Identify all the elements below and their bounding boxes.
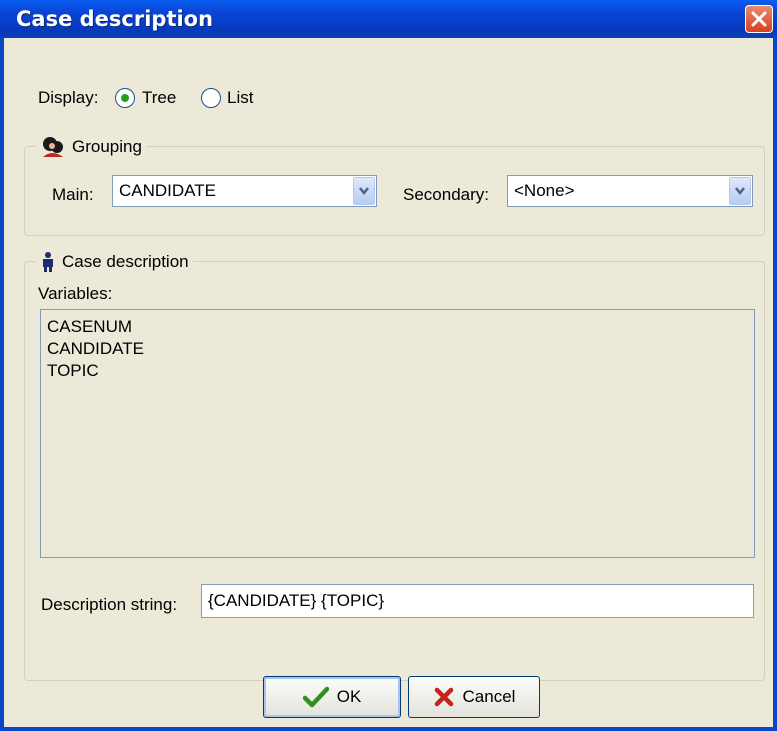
description-string-label: Description string: — [41, 595, 178, 614]
window-title: Case description — [16, 7, 214, 31]
secondary-combobox-value: <None> — [514, 181, 575, 200]
display-tree-radio[interactable] — [115, 88, 135, 108]
description-string-input[interactable]: {CANDIDATE} {TOPIC} — [201, 584, 754, 618]
secondary-dropdown-button[interactable] — [729, 177, 751, 205]
dialog-body: Display: Tree List Grouping Main: CANDID… — [4, 38, 773, 727]
cancel-button[interactable]: Cancel — [408, 676, 540, 718]
list-item[interactable]: CASENUM — [41, 316, 754, 338]
close-button[interactable] — [745, 5, 773, 33]
checkmark-icon — [302, 686, 329, 708]
main-dropdown-button[interactable] — [353, 177, 375, 205]
list-item[interactable]: TOPIC — [41, 360, 754, 382]
main-label: Main: — [52, 185, 94, 204]
case-description-legend: Case description — [36, 251, 193, 273]
list-item[interactable]: CANDIDATE — [41, 338, 754, 360]
main-combobox-value: CANDIDATE — [119, 181, 216, 200]
grouping-icon — [43, 137, 63, 157]
display-tree-label[interactable]: Tree — [142, 88, 176, 108]
ok-button-label: OK — [336, 687, 362, 706]
chevron-down-icon — [359, 187, 369, 196]
person-icon — [43, 252, 53, 272]
grouping-legend: Grouping — [36, 135, 146, 159]
secondary-label: Secondary: — [403, 185, 489, 204]
cancel-button-label: Cancel — [462, 687, 516, 706]
description-string-value: {CANDIDATE} {TOPIC} — [208, 591, 385, 610]
chevron-down-icon — [735, 187, 745, 196]
variables-listbox[interactable]: CASENUM CANDIDATE TOPIC — [40, 309, 755, 558]
display-label: Display: — [38, 88, 99, 107]
title-bar[interactable]: Case description — [0, 0, 777, 38]
ok-button[interactable]: OK — [263, 676, 401, 718]
x-icon — [434, 687, 453, 707]
main-combobox[interactable]: CANDIDATE — [112, 175, 377, 207]
close-icon — [751, 11, 767, 27]
display-list-label[interactable]: List — [227, 88, 253, 108]
case-description-legend-text: Case description — [62, 252, 189, 271]
dialog-window: Case description Display: Tree List Grou… — [0, 0, 777, 731]
display-list-radio[interactable] — [201, 88, 221, 108]
secondary-combobox[interactable]: <None> — [507, 175, 753, 207]
variables-label: Variables: — [38, 284, 113, 303]
grouping-legend-text: Grouping — [72, 137, 142, 156]
